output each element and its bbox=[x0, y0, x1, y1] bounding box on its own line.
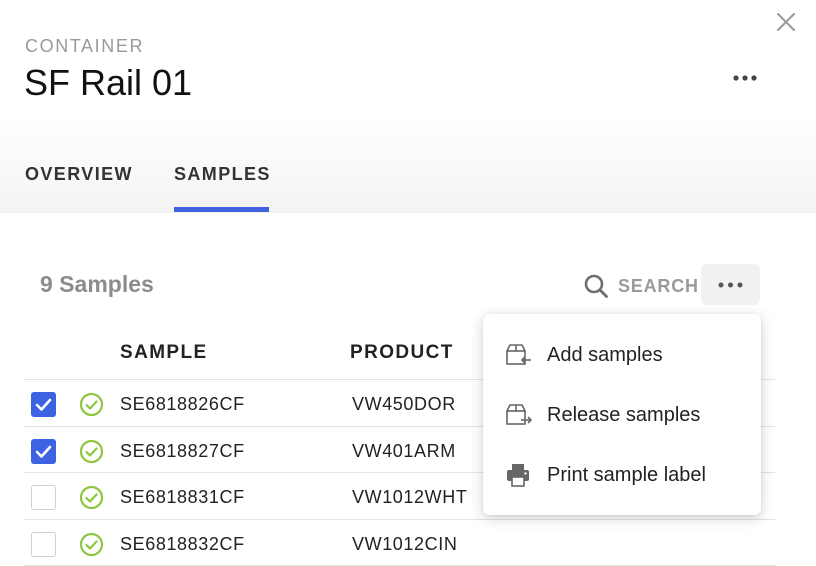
row-checkbox[interactable] bbox=[31, 485, 56, 510]
product-code: VW1012CIN bbox=[352, 534, 458, 554]
column-header-product[interactable]: PRODUCT bbox=[350, 342, 454, 364]
status-ok-icon bbox=[79, 439, 104, 464]
tab-samples[interactable]: SAMPLES bbox=[174, 164, 271, 185]
table-row[interactable]: SE6818832CF VW1012CIN bbox=[0, 520, 816, 566]
menu-item-print-sample-label[interactable]: Print sample label bbox=[483, 447, 761, 503]
sample-id: SE6818827CF bbox=[120, 441, 245, 461]
box-arrow-in-icon bbox=[506, 344, 531, 365]
row-checkbox[interactable] bbox=[31, 392, 56, 417]
menu-item-label: Print sample label bbox=[547, 464, 706, 486]
row-checkbox[interactable] bbox=[31, 532, 56, 557]
printer-icon bbox=[507, 464, 529, 487]
sample-id: SE6818831CF bbox=[120, 487, 245, 507]
active-tab-indicator bbox=[174, 207, 269, 212]
menu-item-release-samples[interactable]: Release samples bbox=[483, 387, 761, 443]
container-eyebrow: CONTAINER bbox=[25, 36, 145, 56]
box-arrow-out-icon bbox=[506, 404, 532, 425]
checkmark-icon bbox=[35, 445, 52, 458]
menu-item-label: Release samples bbox=[547, 404, 701, 426]
sample-id: SE6818832CF bbox=[120, 534, 245, 554]
close-icon[interactable] bbox=[774, 10, 798, 34]
column-header-sample[interactable]: SAMPLE bbox=[120, 342, 208, 364]
samples-actions-menu: Add samples Release samples Print sample… bbox=[483, 314, 761, 515]
search-label: SEARCH bbox=[618, 275, 699, 296]
status-ok-icon bbox=[79, 485, 104, 510]
menu-item-label: Add samples bbox=[547, 344, 663, 366]
samples-count: 9 Samples bbox=[40, 271, 154, 297]
search-icon bbox=[584, 274, 608, 298]
status-ok-icon bbox=[79, 532, 104, 557]
status-ok-icon bbox=[79, 392, 104, 417]
product-code: VW450DOR bbox=[352, 394, 456, 414]
sample-id: SE6818826CF bbox=[120, 394, 245, 414]
more-options-icon[interactable] bbox=[726, 64, 764, 92]
samples-more-button[interactable] bbox=[701, 264, 760, 305]
checkmark-icon bbox=[35, 398, 52, 411]
tab-overview[interactable]: OVERVIEW bbox=[25, 164, 133, 185]
search-button[interactable]: SEARCH bbox=[583, 270, 699, 302]
product-code: VW401ARM bbox=[352, 441, 456, 461]
row-checkbox[interactable] bbox=[31, 439, 56, 464]
menu-item-add-samples[interactable]: Add samples bbox=[483, 327, 761, 383]
more-options-icon bbox=[718, 282, 743, 288]
header-panel: CONTAINER SF Rail 01 OVERVIEW SAMPLES bbox=[0, 0, 816, 213]
product-code: VW1012WHT bbox=[352, 487, 468, 507]
page-title: SF Rail 01 bbox=[24, 62, 193, 103]
